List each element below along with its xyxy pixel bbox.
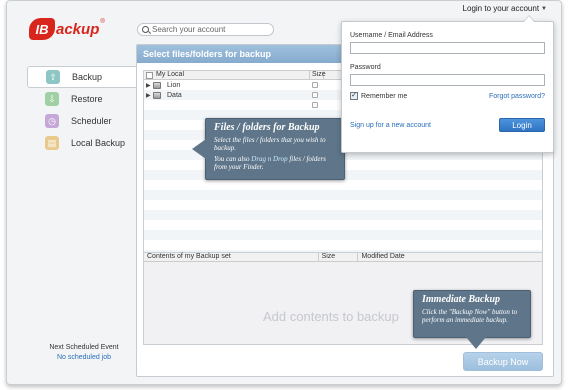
tree-item-label: Lion xyxy=(167,81,181,89)
username-label: Username / Email Address xyxy=(350,32,433,39)
column-size[interactable]: Size xyxy=(310,71,326,79)
backup-set-placeholder: Add contents to backup xyxy=(263,309,399,324)
search-input[interactable] xyxy=(152,25,267,34)
chevron-down-icon: ▼ xyxy=(541,5,547,12)
sidebar-item-label: Restore xyxy=(71,94,103,104)
scheduler-icon: ◷ xyxy=(45,114,59,128)
remember-me-checkbox[interactable]: ✓ xyxy=(350,92,358,100)
username-field[interactable] xyxy=(350,42,545,54)
password-label: Password xyxy=(350,64,381,71)
sidebar-item-scheduler[interactable]: ◷ Scheduler xyxy=(27,110,139,132)
backup-set-header: Contents of my Backup set Size Modified … xyxy=(144,253,542,262)
column-label: My Local xyxy=(156,71,185,78)
backup-now-button[interactable]: Backup Now xyxy=(463,352,543,371)
next-event-label: Next Scheduled Event xyxy=(49,344,119,351)
forgot-password-link[interactable]: Forgot password? xyxy=(489,93,545,100)
sidebar: ⇧ Backup ⇩ Restore ◷ Scheduler ▤ Local B… xyxy=(27,66,140,154)
drive-icon xyxy=(153,81,161,89)
column-size[interactable]: Size xyxy=(319,253,359,261)
row-checkbox[interactable] xyxy=(312,102,318,108)
search-icon xyxy=(142,26,149,33)
select-all-checkbox[interactable] xyxy=(146,71,153,79)
column-contents[interactable]: Contents of my Backup set xyxy=(144,253,319,261)
logo-text: ackup xyxy=(56,20,100,38)
sidebar-item-label: Backup xyxy=(72,72,103,82)
password-field[interactable] xyxy=(350,74,545,86)
sidebar-item-local-backup[interactable]: ▤ Local Backup xyxy=(27,132,139,154)
ibackup-logo: IB ackup ® xyxy=(29,17,105,41)
row-checkbox[interactable] xyxy=(312,82,318,88)
tree-item-label: Data xyxy=(167,91,182,99)
drag-drop-highlight: Drag n Drop xyxy=(251,155,288,163)
remember-row: ✓ Remember me Forgot password? xyxy=(350,92,545,100)
next-scheduled-event: Next Scheduled Event No scheduled job xyxy=(29,344,139,361)
login-actions: Sign up for a new account Login xyxy=(350,118,545,132)
backup-icon: ⇧ xyxy=(46,70,60,84)
app-window: IB ackup ® Login to your account ▼ ⇧ Bac… xyxy=(6,0,562,385)
search-box[interactable] xyxy=(137,23,274,36)
sidebar-item-backup[interactable]: ⇧ Backup xyxy=(27,66,140,88)
expand-triangle-icon[interactable]: ▶ xyxy=(146,92,153,99)
tooltip-title: Files / folders for Backup xyxy=(214,122,320,133)
row-checkbox[interactable] xyxy=(312,92,318,98)
login-account-label: Login to your account xyxy=(462,4,540,13)
tooltip-text: Click the "Backup Now" button to perform… xyxy=(422,308,518,324)
expand-triangle-icon[interactable]: ▶ xyxy=(146,82,153,89)
sidebar-item-restore[interactable]: ⇩ Restore xyxy=(27,88,139,110)
sidebar-item-label: Scheduler xyxy=(71,116,112,126)
remember-me[interactable]: ✓ Remember me xyxy=(350,92,407,100)
login-account-link[interactable]: Login to your account ▼ xyxy=(463,4,547,13)
next-event-value[interactable]: No scheduled job xyxy=(29,354,139,361)
files-folders-tooltip: Files / folders for Backup Select the fi… xyxy=(192,118,345,180)
remember-me-label: Remember me xyxy=(361,92,408,100)
restore-icon: ⇩ xyxy=(45,92,59,106)
logo-badge: IB xyxy=(29,18,55,40)
tooltip-text: Select the files / folders that you wish… xyxy=(214,136,326,152)
sign-up-link[interactable]: Sign up for a new account xyxy=(350,122,431,129)
column-modified-date[interactable]: Modified Date xyxy=(358,253,542,261)
tooltip-text-drag: You can also Drag n Drop files / folders… xyxy=(214,155,326,171)
drive-icon xyxy=(153,91,161,99)
tooltip-title: Immediate Backup xyxy=(422,294,501,305)
immediate-backup-tooltip: Immediate Backup Click the "Backup Now" … xyxy=(413,290,531,349)
sidebar-item-label: Local Backup xyxy=(71,138,126,148)
login-button[interactable]: Login xyxy=(499,118,545,132)
local-backup-icon: ▤ xyxy=(45,136,59,150)
column-my-local[interactable]: My Local xyxy=(144,71,310,79)
login-popover: Username / Email Address Password ✓ Reme… xyxy=(341,15,554,153)
logo-registered-mark: ® xyxy=(100,19,105,25)
